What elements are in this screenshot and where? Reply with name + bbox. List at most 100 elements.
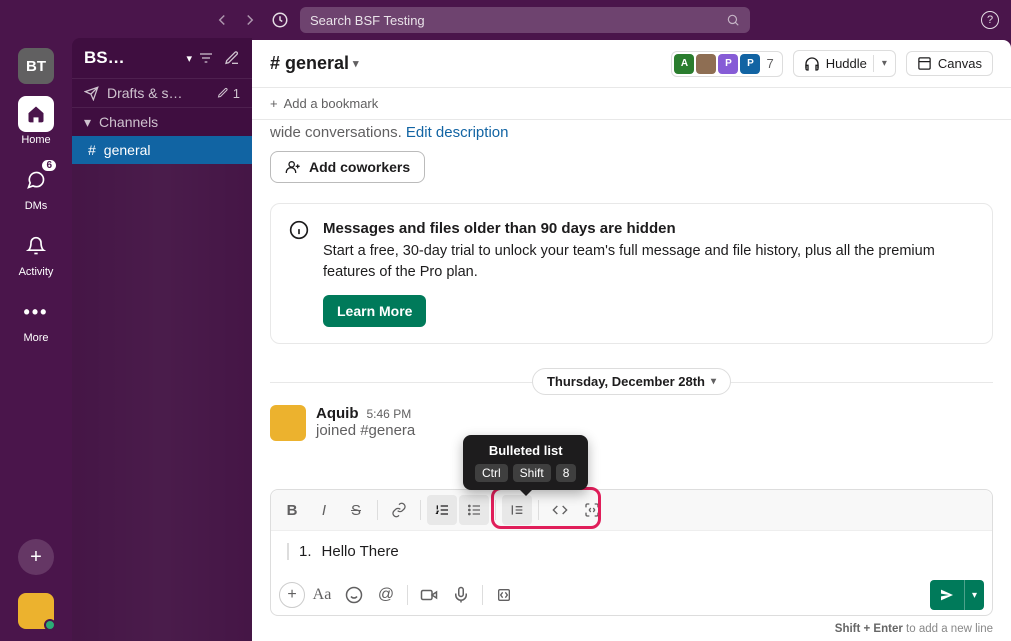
kbd-key: Ctrl <box>475 464 508 482</box>
help-icon[interactable]: ? <box>981 11 999 29</box>
video-button[interactable] <box>414 580 444 610</box>
channel-title: # general <box>270 53 349 74</box>
send-button[interactable] <box>930 580 964 610</box>
rail-label: Home <box>21 134 50 146</box>
huddle-label: Huddle <box>826 56 867 71</box>
italic-button[interactable]: I <box>309 495 339 525</box>
kbd-key: Shift <box>513 464 551 482</box>
history-hidden-banner: Messages and files older than 90 days ar… <box>270 203 993 344</box>
rail-activity[interactable]: Activity <box>0 224 72 282</box>
message-body: joined #genera <box>316 422 415 439</box>
search-input[interactable]: Search BSF Testing <box>300 7 750 33</box>
workspace-name: BS… <box>84 48 180 68</box>
blockquote-button[interactable] <box>502 495 532 525</box>
strikethrough-button[interactable]: S <box>341 495 371 525</box>
banner-title: Messages and files older than 90 days ar… <box>323 220 974 237</box>
channel-sidebar: BS… ▾ Drafts & s… 1 ▾ Channels <box>72 38 252 641</box>
ordered-list-button[interactable] <box>427 495 457 525</box>
avatar: P <box>718 54 738 74</box>
bookmark-label: Add a bookmark <box>284 96 379 111</box>
drafts-label: Drafts & s… <box>107 85 182 101</box>
user-avatar[interactable] <box>18 593 54 629</box>
code-block-button[interactable] <box>577 495 607 525</box>
rail-home[interactable]: Home <box>0 92 72 150</box>
send-options-button[interactable]: ▾ <box>964 580 984 610</box>
bulleted-list-button[interactable] <box>459 495 489 525</box>
search-placeholder: Search BSF Testing <box>310 13 425 28</box>
link-button[interactable] <box>384 495 414 525</box>
edit-description-link[interactable]: Edit description <box>406 124 509 141</box>
hint-rest: to add a new line <box>903 623 993 635</box>
plus-icon: + <box>270 96 278 111</box>
headphones-icon <box>804 56 820 72</box>
channel-description: wide conversations. Edit description <box>270 120 993 151</box>
sidebar-placeholder <box>72 164 252 641</box>
canvas-label: Canvas <box>938 56 982 71</box>
composer-hint: Shift + Enter to add a new line <box>252 620 1011 641</box>
nav-forward-icon[interactable] <box>240 10 260 30</box>
mention-button[interactable]: @ <box>371 580 401 610</box>
section-label: Channels <box>99 114 158 130</box>
channel-item-general[interactable]: # general <box>72 136 252 164</box>
more-icon: ••• <box>18 294 54 330</box>
filter-icon[interactable] <box>198 50 214 66</box>
workspace-switcher[interactable]: BT <box>18 48 54 84</box>
canvas-button[interactable]: Canvas <box>906 51 993 76</box>
member-count: 7 <box>762 56 775 71</box>
huddle-button[interactable]: Huddle ▾ <box>793 50 896 77</box>
channel-header: # general ▾ A P P 7 Huddle ▾ <box>252 40 1011 88</box>
member-avatars[interactable]: A P P 7 <box>671 51 782 77</box>
chevron-down-icon: ▾ <box>711 376 716 387</box>
message-author[interactable]: Aquib <box>316 405 359 422</box>
learn-more-button[interactable]: Learn More <box>323 295 426 327</box>
message-avatar[interactable] <box>270 405 306 441</box>
main-content: # general ▾ A P P 7 Huddle ▾ <box>252 40 1011 641</box>
add-bookmark-button[interactable]: + Add a bookmark <box>252 88 1011 120</box>
caret-down-icon: ▾ <box>84 114 91 131</box>
list-number: 1. <box>299 543 312 560</box>
channel-name: general <box>104 142 151 158</box>
workspace-header[interactable]: BS… ▾ <box>72 38 252 78</box>
emoji-button[interactable] <box>339 580 369 610</box>
search-icon <box>726 13 740 27</box>
bold-button[interactable]: B <box>277 495 307 525</box>
input-text: Hello There <box>322 543 399 560</box>
compose-icon[interactable] <box>224 50 240 66</box>
kbd-key: 8 <box>556 464 577 482</box>
message-row: Aquib 5:46 PM joined #genera <box>270 405 993 441</box>
hint-keys: Shift + Enter <box>835 623 903 635</box>
rail-label: Activity <box>19 266 54 278</box>
message-composer: Bulleted list Ctrl Shift 8 B I S <box>270 489 993 616</box>
info-icon <box>289 220 309 240</box>
avatar: A <box>674 54 694 74</box>
message-time: 5:46 PM <box>367 407 412 421</box>
rail-label: DMs <box>25 200 48 212</box>
chevron-down-icon[interactable]: ▾ <box>873 55 891 72</box>
home-icon <box>18 96 54 132</box>
chevron-down-icon: ▾ <box>353 57 359 70</box>
canvas-icon <box>917 56 932 71</box>
date-divider[interactable]: Thursday, December 28th ▾ <box>270 368 993 395</box>
shortcuts-button[interactable] <box>489 580 519 610</box>
dm-badge: 6 <box>40 158 58 173</box>
rail-dms[interactable]: 6 DMs <box>0 158 72 216</box>
tooltip-title: Bulleted list <box>489 443 563 458</box>
composer-actions: + Aa @ ▾ <box>271 575 992 615</box>
history-icon[interactable] <box>270 10 290 30</box>
drafts-row[interactable]: Drafts & s… 1 <box>72 78 252 108</box>
code-button[interactable] <box>545 495 575 525</box>
titlebar: Search BSF Testing ? <box>0 0 1011 40</box>
attach-button[interactable]: + <box>279 582 305 608</box>
message-input[interactable]: 1. Hello There <box>271 531 992 575</box>
create-new-button[interactable]: + <box>18 539 54 575</box>
audio-button[interactable] <box>446 580 476 610</box>
nav-back-icon[interactable] <box>212 10 232 30</box>
format-toggle-button[interactable]: Aa <box>307 580 337 610</box>
presence-indicator <box>44 619 56 631</box>
channels-section-header[interactable]: ▾ Channels <box>72 108 252 136</box>
add-coworkers-button[interactable]: Add coworkers <box>270 151 425 183</box>
avatar: P <box>740 54 760 74</box>
channel-title-button[interactable]: # general ▾ <box>270 53 359 74</box>
rail-more[interactable]: ••• More <box>0 290 72 348</box>
tooltip-bulleted-list: Bulleted list Ctrl Shift 8 <box>463 435 588 490</box>
